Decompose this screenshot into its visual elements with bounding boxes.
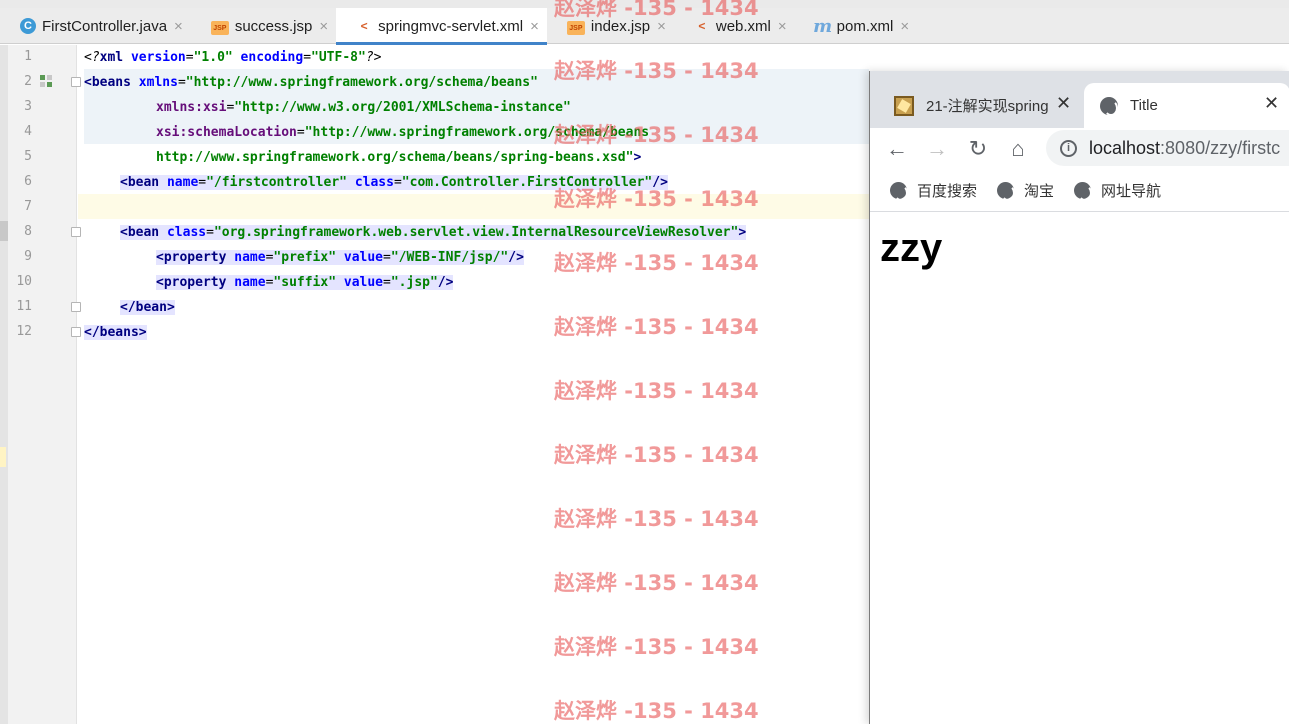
- change-marker: [0, 447, 6, 467]
- bookmark-label: 淘宝: [1024, 183, 1055, 200]
- address-bar[interactable]: i localhost:8080/zzy/firstc: [1046, 130, 1289, 166]
- tab-pom-xml[interactable]: m pom.xml ×: [795, 8, 917, 44]
- code-line-5[interactable]: http://www.springframework.org/schema/be…: [156, 145, 641, 170]
- xml-file-icon: <: [698, 19, 706, 33]
- watermark-text: 赵泽烨 -135 - 1434: [554, 571, 759, 595]
- browser-tab-spring[interactable]: 21-注解实现spring ✕: [894, 83, 1084, 128]
- globe-icon: [1100, 96, 1118, 116]
- fold-icon[interactable]: [71, 327, 81, 337]
- globe-icon: [997, 182, 1016, 201]
- watermark-text: 赵泽烨 -135 - 1434: [554, 251, 759, 275]
- browser-window: 21-注解实现spring ✕ Title ✕ ← → ↻ ⌂ i localh…: [869, 71, 1289, 724]
- site-favicon-icon: [894, 95, 914, 116]
- caret-marker: [0, 221, 8, 241]
- browser-tab-title: Title: [1130, 97, 1158, 114]
- bookmark-taobao[interactable]: 淘宝: [997, 180, 1054, 201]
- line-number: 6: [24, 174, 32, 189]
- watermark-text: 赵泽烨 -135 - 1434: [554, 635, 759, 659]
- fold-icon[interactable]: [71, 77, 81, 87]
- editor-tab-bar: C FirstController.java × JSP success.jsp…: [0, 8, 1289, 45]
- url-host: localhost: [1089, 137, 1161, 158]
- bookmarks-bar: 百度搜索 淘宝 网址导航: [870, 170, 1289, 212]
- line-number: 9: [24, 249, 32, 264]
- code-line-10[interactable]: <property name="suffix" value=".jsp"/>: [156, 270, 454, 295]
- tab-springmvc-servlet-xml[interactable]: < springmvc-servlet.xml ×: [336, 8, 547, 45]
- jsp-file-icon: JSP: [210, 21, 229, 35]
- xml-file-icon: <: [360, 19, 368, 33]
- line-number: 1: [24, 49, 32, 64]
- watermark-text: 赵泽烨 -135 - 1434: [554, 699, 759, 723]
- close-icon[interactable]: ×: [174, 18, 183, 35]
- tab-web-xml[interactable]: < web.xml ×: [674, 8, 795, 44]
- tab-firstcontroller-java[interactable]: C FirstController.java ×: [0, 8, 191, 44]
- page-heading: zzy: [880, 226, 943, 270]
- current-line-highlight: [78, 194, 869, 219]
- code-line-4[interactable]: xsi:schemaLocation="http://www.springfra…: [156, 120, 649, 145]
- info-icon[interactable]: i: [1060, 139, 1077, 157]
- globe-icon: [1074, 182, 1093, 201]
- close-icon[interactable]: ×: [319, 18, 328, 35]
- tab-index-jsp[interactable]: JSP index.jsp ×: [547, 8, 674, 44]
- bookmark-baidu[interactable]: 百度搜索: [890, 180, 977, 201]
- browser-toolbar: ← → ↻ ⌂ i localhost:8080/zzy/firstc: [870, 128, 1289, 170]
- code-line-2[interactable]: <beans xmlns="http://www.springframework…: [84, 70, 538, 95]
- bookmark-label: 网址导航: [1101, 183, 1162, 200]
- jsp-file-icon: JSP: [566, 21, 585, 35]
- home-button[interactable]: ⌂: [1003, 134, 1033, 164]
- fold-icon[interactable]: [71, 227, 81, 237]
- watermark-text: 赵泽烨 -135 - 1434: [554, 443, 759, 467]
- top-strip: [0, 0, 1289, 8]
- code-line-11[interactable]: </bean>: [120, 295, 175, 320]
- line-number: 8: [24, 224, 32, 239]
- code-line-9[interactable]: <property name="prefix" value="/WEB-INF/…: [156, 245, 524, 270]
- line-number: 4: [24, 124, 32, 139]
- line-number: 3: [24, 99, 32, 114]
- tab-label: FirstController.java: [42, 17, 168, 35]
- globe-icon: [890, 182, 908, 201]
- code-line-6[interactable]: <bean name="/firstcontroller" class="com…: [120, 170, 668, 195]
- tab-label: web.xml: [715, 17, 771, 35]
- watermark-text: 赵泽烨 -135 - 1434: [554, 507, 759, 531]
- line-number: 12: [16, 324, 32, 339]
- close-icon[interactable]: ×: [900, 18, 909, 35]
- browser-tab-title-active[interactable]: Title ✕: [1084, 83, 1289, 128]
- bookmark-navigation[interactable]: 网址导航: [1074, 180, 1161, 201]
- close-icon[interactable]: ✕: [1056, 93, 1071, 114]
- close-icon[interactable]: ✕: [1264, 93, 1279, 114]
- bookmark-label: 百度搜索: [917, 183, 978, 200]
- watermark-text: 赵泽烨 -135 - 1434: [554, 379, 759, 403]
- watermark-text: 赵泽烨 -135 - 1434: [554, 315, 759, 339]
- tab-label: index.jsp: [590, 17, 651, 35]
- close-icon[interactable]: ×: [657, 18, 666, 35]
- reload-button[interactable]: ↻: [963, 134, 993, 164]
- tab-label: success.jsp: [234, 17, 313, 35]
- maven-icon: m: [813, 15, 833, 37]
- forward-button[interactable]: →: [922, 134, 952, 164]
- editor-left-edge: [0, 45, 8, 724]
- code-line-8[interactable]: <bean class="org.springframework.web.ser…: [120, 220, 747, 245]
- line-number: 10: [16, 274, 32, 289]
- code-line-12[interactable]: </beans>: [84, 320, 147, 345]
- close-icon[interactable]: ×: [530, 18, 539, 35]
- tab-label: springmvc-servlet.xml: [378, 17, 524, 35]
- url-path: :8080/zzy/firstc: [1160, 137, 1281, 158]
- line-number: 11: [16, 299, 32, 314]
- line-number: 5: [24, 149, 32, 164]
- back-button[interactable]: ←: [882, 134, 912, 164]
- browser-tab-title: 21-注解实现spring: [926, 98, 1049, 115]
- java-class-icon: C: [20, 18, 36, 34]
- line-number: 2: [24, 74, 32, 89]
- code-line-3[interactable]: xmlns:xsi="http://www.w3.org/2001/XMLSch…: [156, 95, 571, 120]
- tab-label: pom.xml: [836, 17, 894, 35]
- line-number: 7: [24, 199, 32, 214]
- close-icon[interactable]: ×: [778, 18, 787, 35]
- spring-bean-gutter-icon[interactable]: [40, 75, 54, 89]
- fold-icon[interactable]: [71, 302, 81, 312]
- browser-tab-strip: 21-注解实现spring ✕ Title ✕: [870, 71, 1289, 128]
- tab-success-jsp[interactable]: JSP success.jsp ×: [191, 8, 336, 44]
- code-line-1[interactable]: <?xml version="1.0" encoding="UTF-8"?>: [84, 45, 381, 70]
- editor-gutter: [0, 45, 77, 724]
